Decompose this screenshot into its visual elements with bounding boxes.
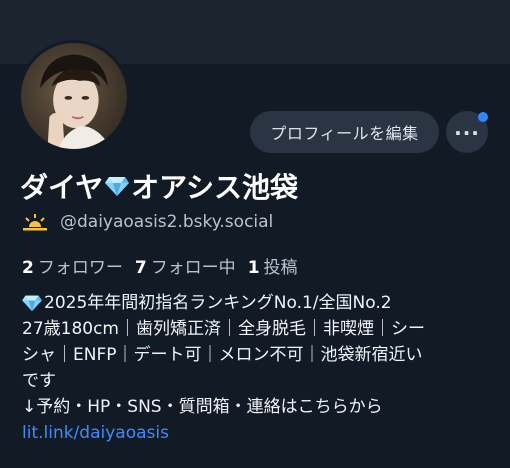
edit-profile-button[interactable]: プロフィールを編集 xyxy=(250,111,439,153)
profile-bio: 2025年年間初指名ランキングNo.1/全国No.2 27歳180cm｜歯列矯正… xyxy=(22,290,492,446)
bio-line-1: 2025年年間初指名ランキングNo.1/全国No.2 xyxy=(44,293,392,313)
profile-screen: プロフィールを編集 ... ダイヤ オアシス池袋 @daiyaoasis2.bs… xyxy=(0,0,510,468)
ellipsis-icon: ... xyxy=(454,116,480,140)
display-name-part2: オアシス池袋 xyxy=(131,171,299,204)
followers-stat[interactable]: 2 フォロワー xyxy=(22,253,123,278)
bio-line-5: ↓予約・HP・SNS・質問箱・連絡はこちらから xyxy=(22,397,383,417)
followers-label: フォロワー xyxy=(37,258,123,278)
posts-count: 1 xyxy=(247,258,260,278)
following-count: 7 xyxy=(134,258,147,278)
sunrise-icon xyxy=(23,214,47,231)
notification-dot xyxy=(478,112,488,122)
bio-line-4: です xyxy=(22,371,56,391)
bio-link-row: lit.link/daiyaoasis xyxy=(22,420,492,446)
bio-link[interactable]: lit.link/daiyaoasis xyxy=(22,420,169,446)
following-label: フォロー中 xyxy=(150,258,236,278)
followers-count: 2 xyxy=(22,258,34,278)
bio-line: 2025年年間初指名ランキングNo.1/全国No.2 xyxy=(22,290,492,316)
following-stat[interactable]: 7 フォロー中 xyxy=(135,253,236,278)
gem-icon xyxy=(22,295,42,312)
avatar-photo xyxy=(21,43,127,149)
display-name-part1: ダイヤ xyxy=(20,171,104,204)
bio-line-3: シャ｜ENFP｜デート可｜メロン不可｜池袋新宿近い xyxy=(22,345,423,365)
bio-line-2: 27歳180cm｜歯列矯正済｜全身脱毛｜非喫煙｜シー xyxy=(22,319,425,339)
posts-stat: 1 投稿 xyxy=(248,253,298,278)
profile-stats: 2 フォロワー 7 フォロー中 1 投稿 xyxy=(22,253,298,278)
handle-row: @daiyaoasis2.bsky.social xyxy=(22,212,273,232)
posts-label: 投稿 xyxy=(263,258,298,278)
display-name: ダイヤ オアシス池袋 xyxy=(20,166,298,206)
handle-text[interactable]: @daiyaoasis2.bsky.social xyxy=(60,212,273,232)
gem-icon xyxy=(105,177,130,196)
avatar[interactable] xyxy=(18,40,130,152)
